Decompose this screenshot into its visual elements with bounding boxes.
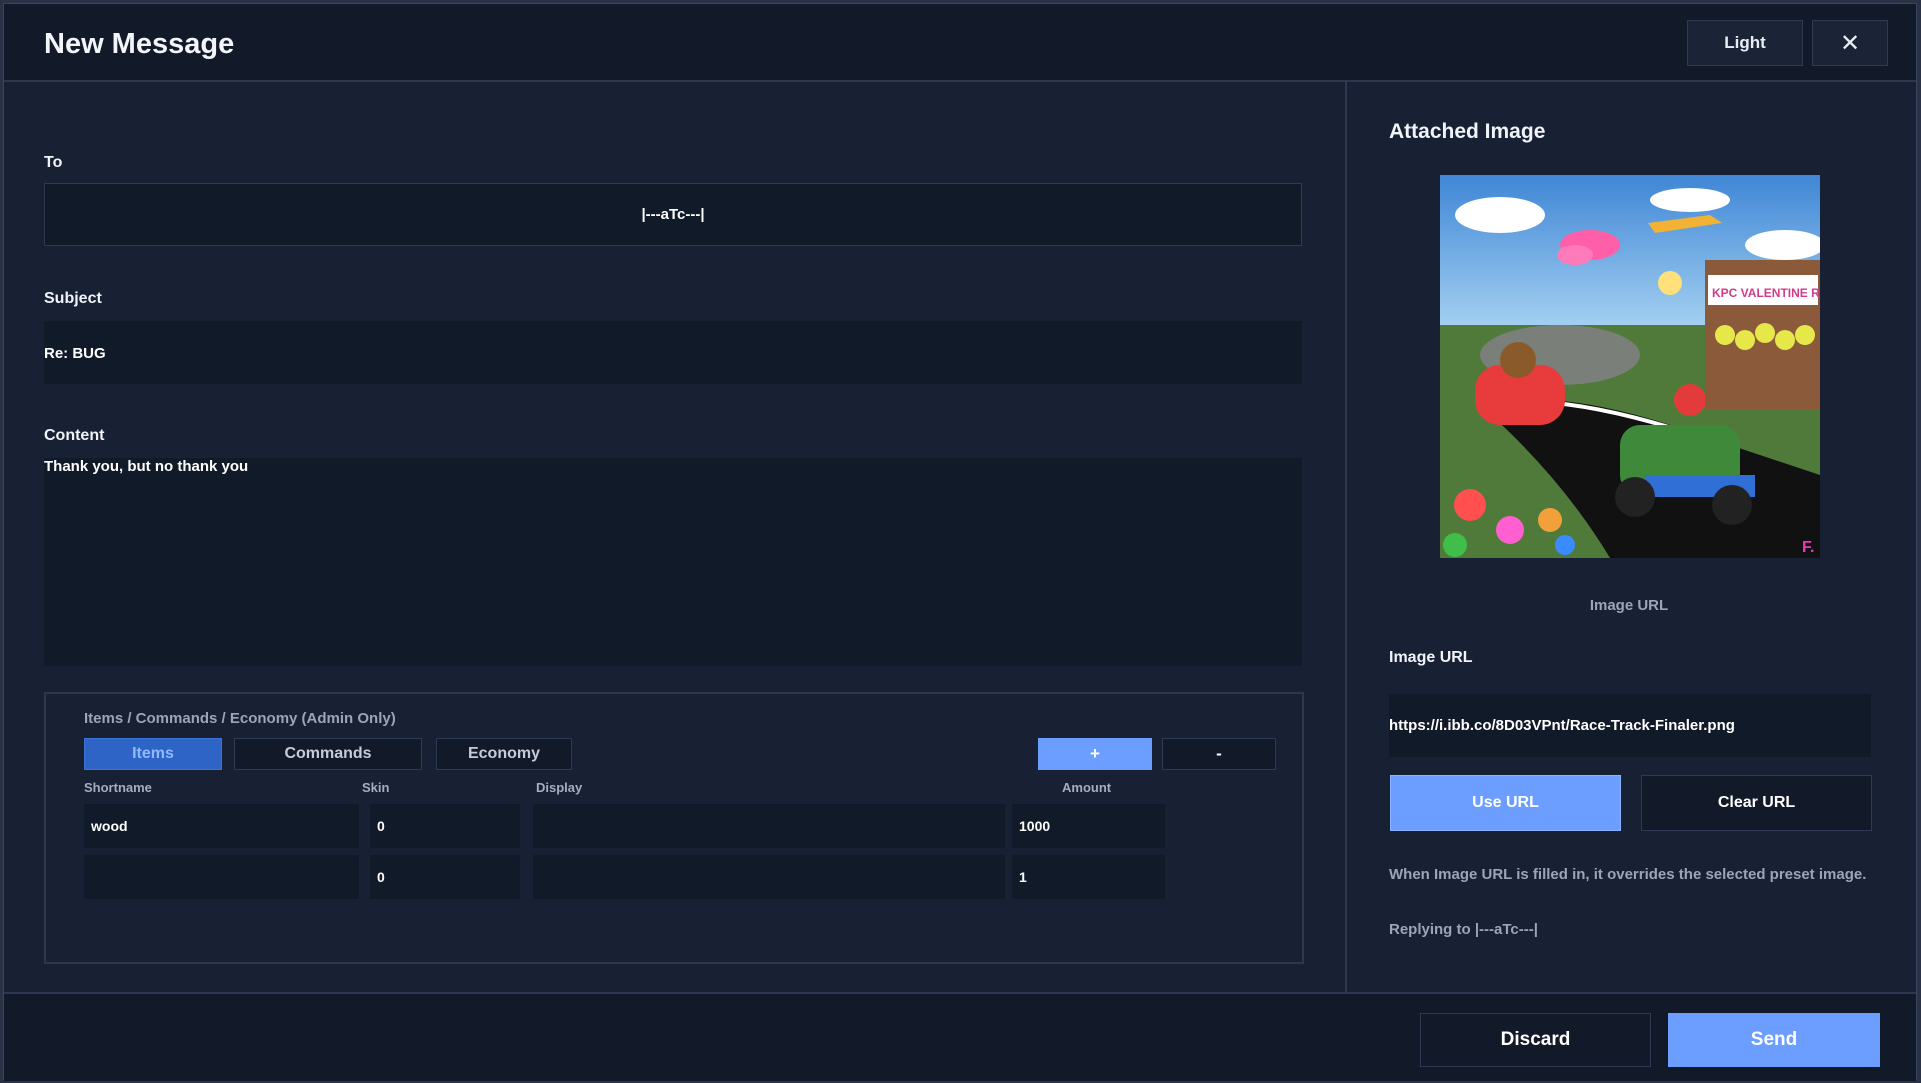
image-url-input[interactable]: https://i.ibb.co/8D03VPnt/Race-Track-Fin… (1389, 694, 1871, 757)
attached-image-preview: KPC VALENTINE RACE F. (1440, 175, 1820, 558)
replying-to-text: Replying to |---aTc---| (1389, 921, 1538, 938)
valentine-sign-text: KPC VALENTINE RACE (1712, 286, 1820, 300)
tab-economy[interactable]: Economy (436, 738, 572, 770)
use-url-button[interactable]: Use URL (1390, 775, 1621, 831)
content-text: Thank you, but no thank you (44, 458, 249, 475)
remove-row-button[interactable]: - (1162, 738, 1276, 770)
race-track-illustration: KPC VALENTINE RACE F. (1440, 175, 1820, 558)
row1-amount-input[interactable]: 1000 (1012, 804, 1165, 848)
add-row-button[interactable]: + (1038, 738, 1152, 770)
image-url-note: When Image URL is filled in, it override… (1389, 866, 1867, 883)
items-panel-title: Items / Commands / Economy (Admin Only) (84, 710, 396, 727)
items-panel: Items / Commands / Economy (Admin Only) … (44, 692, 1304, 964)
content-label: Content (44, 427, 105, 444)
dialog-footer: Discard Send (4, 992, 1916, 1081)
dialog-header: New Message Light ✕ (4, 4, 1916, 82)
close-button[interactable]: ✕ (1812, 20, 1888, 66)
content-textarea[interactable]: Thank you, but no thank you (44, 458, 1302, 666)
artist-signature: F. (1802, 539, 1814, 556)
light-theme-button[interactable]: Light (1687, 20, 1803, 66)
row2-shortname-input[interactable] (84, 855, 359, 899)
clear-url-button[interactable]: Clear URL (1641, 775, 1872, 831)
to-label: To (44, 154, 63, 171)
row1-shortname-input[interactable]: wood (84, 804, 359, 848)
row2-display-input[interactable] (533, 855, 1005, 899)
tab-items[interactable]: Items (84, 738, 222, 770)
row2-amount-input[interactable]: 1 (1012, 855, 1165, 899)
row1-display-input[interactable] (533, 804, 1005, 848)
discard-button[interactable]: Discard (1420, 1013, 1651, 1067)
column-header-shortname: Shortname (84, 780, 152, 795)
image-url-label: Image URL (1389, 649, 1473, 666)
column-header-display: Display (536, 780, 583, 795)
attached-image-title: Attached Image (1389, 120, 1546, 143)
column-header-amount: Amount (1062, 780, 1112, 795)
column-divider (1345, 82, 1347, 994)
new-message-dialog: New Message Light ✕ To |---aTc---| Subje… (3, 3, 1917, 1081)
subject-label: Subject (44, 290, 102, 307)
close-icon: ✕ (1839, 29, 1861, 57)
tab-commands[interactable]: Commands (234, 738, 422, 770)
row1-skin-input[interactable]: 0 (370, 804, 520, 848)
column-header-skin: Skin (362, 780, 390, 795)
row2-skin-input[interactable]: 0 (370, 855, 520, 899)
send-button[interactable]: Send (1668, 1013, 1880, 1067)
to-field[interactable]: |---aTc---| (44, 183, 1302, 246)
subject-field[interactable]: Re: BUG (44, 321, 1302, 384)
dialog-title: New Message (44, 28, 235, 60)
image-caption: Image URL (1589, 597, 1669, 614)
